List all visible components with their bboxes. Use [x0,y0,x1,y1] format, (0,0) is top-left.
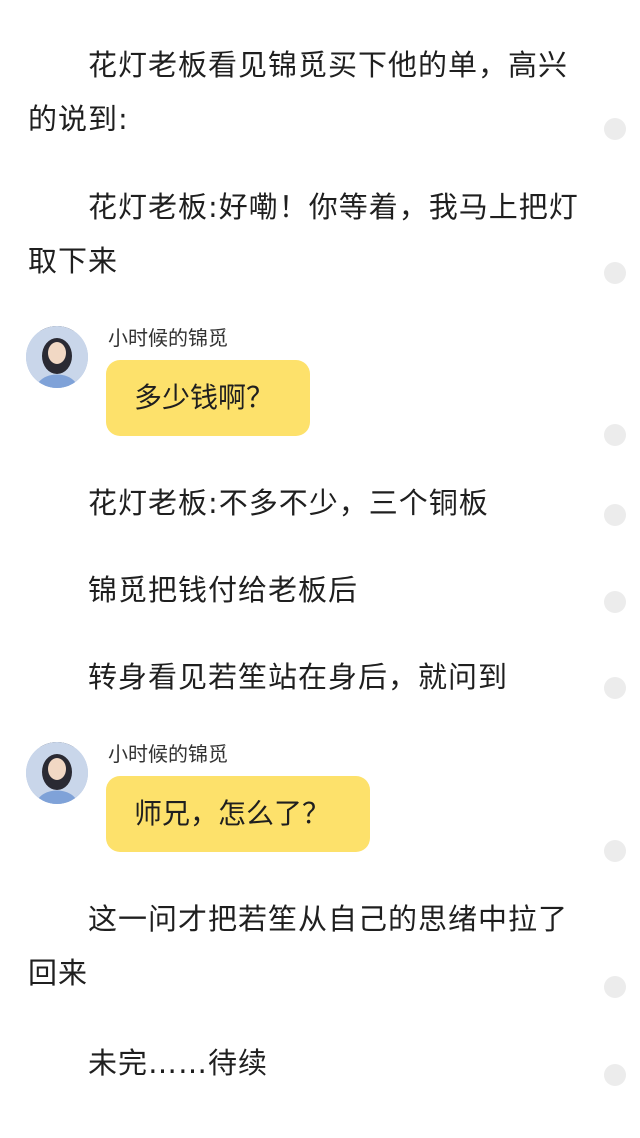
story-paragraph: 花灯老板看见锦觅买下他的单，高兴的说到: [28,48,569,136]
comment-dot-icon[interactable] [604,262,626,284]
comment-dot-icon[interactable] [604,840,626,862]
comment-dot-icon[interactable] [604,504,626,526]
comment-dot-icon[interactable] [604,424,626,446]
story-paragraph: 转身看见若笙站在身后，就问到 [88,660,509,694]
avatar-icon[interactable] [26,742,88,804]
avatar-icon[interactable] [26,326,88,388]
dialog-bubble: 多少钱啊？ [106,360,310,436]
comment-dot-icon[interactable] [604,118,626,140]
speaker-name: 小时候的锦觅 [108,326,228,350]
dialog-bubble: 师兄，怎么了？ [106,776,370,852]
comment-dot-icon[interactable] [604,976,626,998]
comment-dot-icon[interactable] [604,677,626,699]
story-paragraph: 这一问才把若笙从自己的思绪中拉了回来 [28,902,569,990]
story-paragraph: 花灯老板:不多不少，三个铜板 [88,486,489,520]
speaker-name: 小时候的锦觅 [108,742,228,766]
comment-dot-icon[interactable] [604,1064,626,1086]
story-paragraph: 未完……待续 [88,1046,269,1080]
story-paragraph: 花灯老板:好嘞！你等着，我马上把灯取下来 [28,190,579,278]
comment-dot-icon[interactable] [604,591,626,613]
story-paragraph: 锦觅把钱付给老板后 [88,573,359,607]
